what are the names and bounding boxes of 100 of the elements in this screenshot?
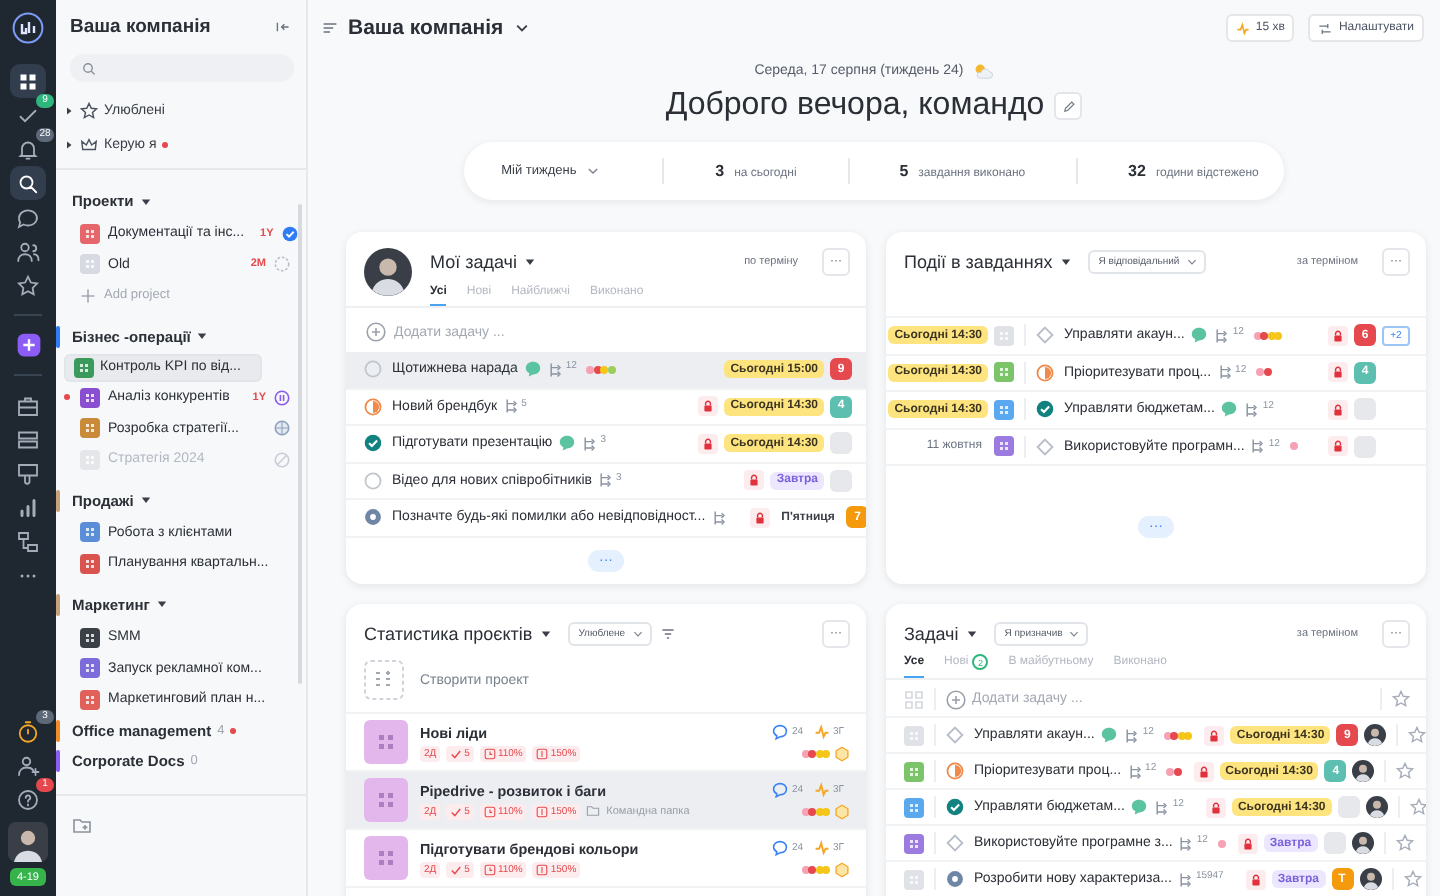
caret-icon[interactable] (1060, 256, 1073, 268)
folder-icon (586, 804, 601, 818)
star-icon[interactable] (1395, 834, 1414, 852)
check-icon (450, 863, 463, 875)
card-title[interactable]: Статистика проєктів (364, 624, 533, 644)
subtask-icon (1177, 871, 1194, 887)
nav-button[interactable] (10, 166, 46, 200)
star-icon[interactable] (1408, 726, 1426, 744)
hexagon-icon (834, 861, 850, 877)
add-folder-icon[interactable] (72, 816, 92, 836)
project-icon (364, 778, 408, 822)
subtask-icon (1124, 727, 1141, 743)
avatar[interactable] (8, 822, 48, 862)
star-icon[interactable] (1392, 690, 1410, 708)
star-icon (16, 273, 40, 297)
chevron-icon (1068, 628, 1081, 640)
card-title[interactable]: Події в завданнях (904, 252, 1053, 272)
stat-value: 32 (1128, 162, 1146, 180)
avatar (1365, 796, 1388, 818)
flash-icon (813, 839, 829, 855)
subtask-icon (1127, 763, 1144, 779)
card-title[interactable]: Мої задачі (430, 252, 517, 272)
subtask-icon (1178, 835, 1195, 851)
sliders-icon (1318, 21, 1333, 35)
subtask-icon (1250, 438, 1267, 455)
comment-icon (771, 781, 788, 797)
greeting: Доброго вечора, командо (665, 88, 1045, 124)
budget-icon (536, 863, 549, 875)
flash-icon (813, 723, 829, 739)
chat-icon (16, 205, 40, 229)
budget-icon (536, 747, 549, 759)
crown-icon (80, 136, 98, 154)
check-icon (450, 805, 463, 817)
people-icon (16, 239, 40, 263)
star-icon[interactable] (1396, 762, 1415, 780)
avatar (364, 248, 412, 296)
stack-icon (16, 427, 40, 451)
stat-value: 3 (715, 162, 725, 180)
stat-value: 5 (899, 162, 909, 180)
help-icon (16, 787, 40, 811)
chevron-icon (586, 164, 601, 178)
project-icon (364, 720, 408, 764)
clock-icon (483, 747, 496, 759)
chevron-icon (1185, 256, 1198, 268)
comment-icon (771, 839, 788, 855)
add-icon[interactable] (946, 689, 966, 709)
hexagon-icon (834, 745, 850, 761)
avatar (1352, 760, 1375, 782)
search-field[interactable] (70, 54, 294, 82)
subtask-icon (1244, 401, 1261, 418)
hierarchy-icon (16, 529, 40, 553)
expand-arrow-icon[interactable] (64, 140, 74, 150)
grid-icon (16, 69, 40, 93)
caret-icon[interactable] (155, 598, 168, 611)
caret-icon[interactable] (196, 330, 209, 343)
card-title[interactable]: Задачі (904, 624, 959, 644)
search-icon (82, 61, 96, 75)
page-title[interactable]: Ваша компанія (348, 16, 504, 40)
bar-chart-icon (16, 495, 40, 519)
avatar (1351, 832, 1374, 854)
caret-icon[interactable] (524, 256, 537, 268)
star-icon[interactable] (1403, 870, 1421, 888)
caret-icon[interactable] (540, 628, 553, 640)
plus-icon (15, 332, 41, 358)
star-icon[interactable] (1409, 798, 1426, 816)
star-icon (80, 102, 98, 120)
budget-icon (536, 805, 549, 817)
chevron-icon[interactable] (513, 20, 530, 36)
menu-icon[interactable] (322, 20, 338, 36)
workspace-title: Ваша компанія (70, 16, 211, 38)
avatar (1359, 868, 1381, 890)
caret-icon[interactable] (139, 195, 152, 207)
chevron-icon (631, 628, 644, 640)
clock-icon (483, 863, 496, 875)
briefcase-icon (16, 393, 40, 417)
clock-icon (483, 805, 496, 817)
search-icon (16, 171, 40, 195)
logo (12, 12, 44, 44)
collapse-icon[interactable] (276, 20, 290, 34)
nav-button[interactable] (10, 64, 46, 98)
weather-icon (971, 61, 994, 79)
flash-icon (1235, 21, 1250, 35)
caret-icon[interactable] (139, 494, 152, 507)
avatar (1364, 724, 1387, 746)
flash-icon (813, 781, 829, 797)
edit-button[interactable] (1054, 92, 1083, 120)
add-icon[interactable] (366, 322, 386, 342)
scrollbar[interactable] (298, 204, 302, 684)
subtask-icon (1154, 799, 1171, 815)
grid-icon (904, 689, 924, 709)
comment-icon (771, 723, 788, 739)
caret-icon[interactable] (966, 628, 979, 640)
bell-icon (16, 137, 40, 161)
timer-icon (16, 719, 40, 743)
filter-icon[interactable] (659, 626, 676, 642)
project-icon (364, 836, 408, 880)
pencil-icon (1061, 99, 1076, 113)
screen-icon (16, 461, 40, 485)
check-icon (450, 747, 463, 759)
expand-arrow-icon[interactable] (64, 106, 74, 116)
